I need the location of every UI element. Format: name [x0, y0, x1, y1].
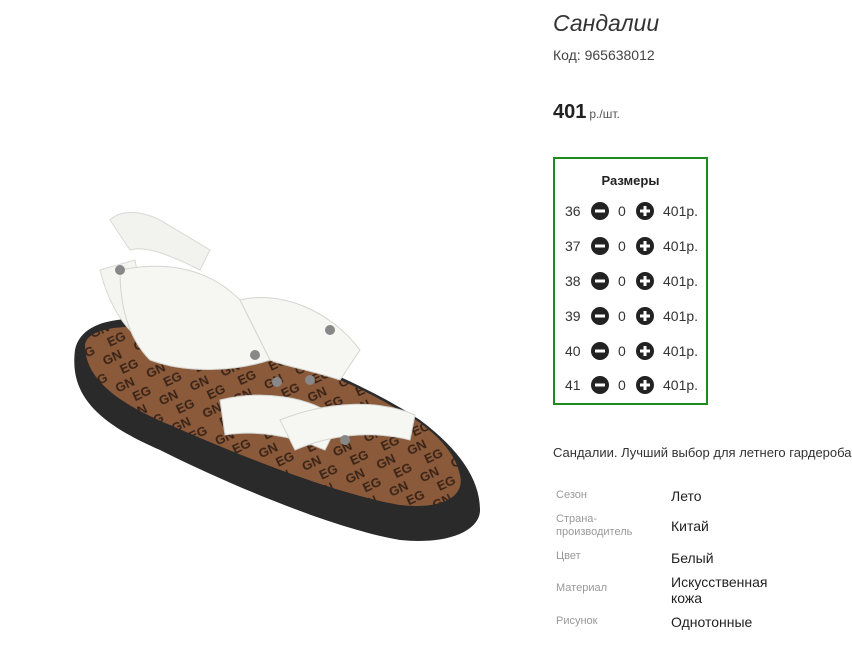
- plus-circle-icon[interactable]: [636, 342, 654, 360]
- size-row: 36 0 401р.: [565, 200, 705, 222]
- sizes-title: Размеры: [601, 173, 660, 188]
- size-quantity: 0: [618, 377, 626, 393]
- price-unit: р./шт.: [589, 107, 620, 121]
- size-quantity: 0: [618, 308, 626, 324]
- product-title: Сандалии: [553, 10, 660, 36]
- size-label: 41: [565, 377, 581, 393]
- attribute-row: Страна- производитель Китай: [553, 511, 852, 541]
- plus-circle-icon[interactable]: [636, 376, 654, 394]
- attribute-row: Цвет Белый: [553, 547, 852, 569]
- minus-circle-icon[interactable]: [591, 342, 609, 360]
- sizes-panel: Размеры 36 0 401р. 37 0 401р. 38 0 401р. 39 0 401р.…: [553, 157, 708, 405]
- attribute-value: Китай: [671, 518, 709, 534]
- attribute-value: Лето: [671, 488, 702, 504]
- plus-circle-icon[interactable]: [636, 272, 654, 290]
- size-quantity: 0: [618, 273, 626, 289]
- attribute-label: Рисунок: [556, 615, 598, 627]
- minus-circle-icon[interactable]: [591, 376, 609, 394]
- minus-circle-icon[interactable]: [591, 237, 609, 255]
- plus-circle-icon[interactable]: [636, 202, 654, 220]
- size-row: 41 0 401р.: [565, 374, 705, 396]
- attribute-row: Рисунок Однотонные: [553, 612, 852, 634]
- attribute-label: Цвет: [556, 550, 581, 562]
- size-price: 401р.: [663, 273, 699, 289]
- attribute-label-line2: производитель: [556, 526, 633, 538]
- size-row: 37 0 401р.: [565, 235, 705, 257]
- attribute-value: Белый: [671, 550, 714, 566]
- product-price: 401 р./шт.: [553, 101, 620, 124]
- minus-circle-icon[interactable]: [591, 272, 609, 290]
- size-row: 38 0 401р.: [565, 270, 705, 292]
- size-price: 401р.: [663, 238, 699, 254]
- size-label: 39: [565, 308, 581, 324]
- size-quantity: 0: [618, 203, 626, 219]
- product-description: Сандалии. Лучший выбор для летнего гарде…: [553, 445, 852, 460]
- size-quantity: 0: [618, 343, 626, 359]
- attribute-value-line2: кожа: [671, 590, 703, 606]
- product-info: Сандалии Код: 965638012 401 р./шт. Размер…: [553, 0, 852, 651]
- size-price: 401р.: [663, 203, 699, 219]
- plus-circle-icon[interactable]: [636, 307, 654, 325]
- size-price: 401р.: [663, 343, 699, 359]
- attribute-label: Сезон: [556, 489, 587, 501]
- size-price: 401р.: [663, 377, 699, 393]
- size-label: 38: [565, 273, 581, 289]
- size-label: 40: [565, 343, 581, 359]
- minus-circle-icon[interactable]: [591, 202, 609, 220]
- size-quantity: 0: [618, 238, 626, 254]
- attribute-row: Материал Искусственная кожа: [553, 572, 852, 608]
- price-value: 401: [553, 101, 587, 123]
- attribute-row: Сезон Лето: [553, 485, 852, 507]
- sandal-image: GN EG: [74, 212, 481, 541]
- size-label: 36: [565, 203, 581, 219]
- size-price: 401р.: [663, 308, 699, 324]
- attribute-label: Страна-: [556, 513, 598, 525]
- attribute-value: Однотонные: [671, 614, 753, 630]
- attribute-value: Искусственная: [671, 574, 768, 590]
- size-label: 37: [565, 238, 581, 254]
- attribute-label: Материал: [556, 582, 607, 594]
- plus-circle-icon[interactable]: [636, 237, 654, 255]
- product-code: Код: 965638012: [553, 47, 655, 63]
- size-row: 40 0 401р.: [565, 340, 705, 362]
- size-row: 39 0 401р.: [565, 305, 705, 327]
- minus-circle-icon[interactable]: [591, 307, 609, 325]
- product-photo[interactable]: GN EG: [40, 150, 510, 570]
